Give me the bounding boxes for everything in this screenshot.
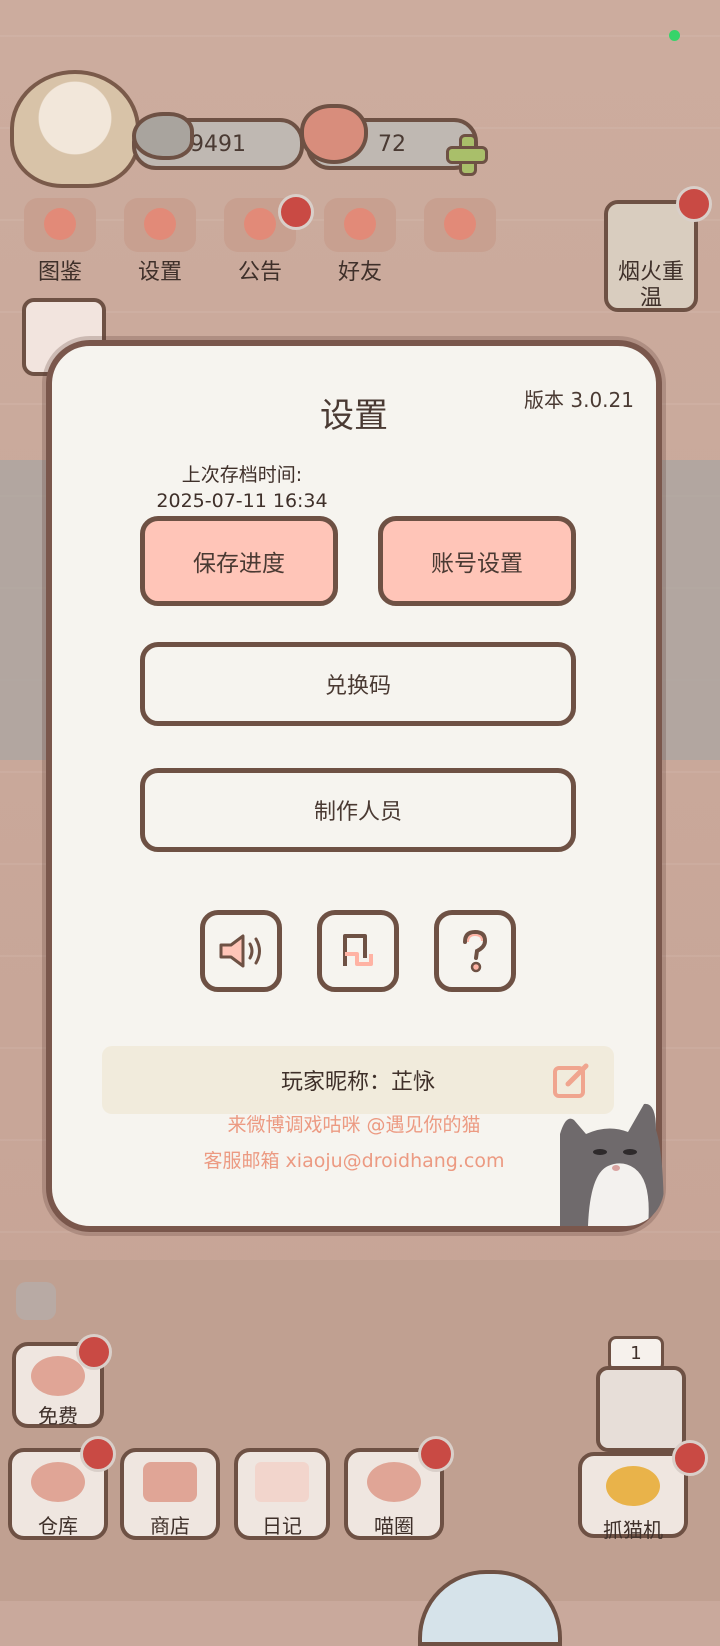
redeem-code-button[interactable]: 兑换码 [140, 642, 576, 726]
account-settings-button[interactable]: 账号设置 [378, 516, 576, 606]
claw-icon [606, 1466, 660, 1506]
diary-button[interactable]: 日记 [234, 1448, 330, 1540]
shop-icon [143, 1462, 197, 1502]
music-toggle-button[interactable] [317, 910, 399, 992]
cat-planet-icon [367, 1462, 421, 1502]
notification-badge [80, 1436, 116, 1472]
nickname-bar: 玩家昵称：芷怺 [102, 1046, 614, 1114]
redeem-code-label: 兑换码 [324, 674, 391, 699]
menu-friends-button[interactable]: 好友 [318, 198, 402, 286]
sound-icon [219, 934, 261, 968]
credits-button[interactable]: 制作人员 [140, 768, 576, 852]
notification-badge [418, 1436, 454, 1472]
heart-count: 72 [378, 131, 406, 157]
last-save-info: 上次存档时间: 2025-07-11 16:34 [142, 462, 342, 514]
menu-hearts-button[interactable] [418, 198, 502, 252]
help-icon [463, 929, 488, 973]
sound-toggle-button[interactable] [200, 910, 282, 992]
diary-icon [255, 1462, 309, 1502]
notification-badge [676, 186, 712, 222]
cat-face-icon [24, 198, 96, 252]
notification-badge [76, 1334, 112, 1370]
friends-icon [324, 198, 396, 252]
save-progress-label: 保存进度 [193, 551, 285, 577]
last-save-label: 上次存档时间: [181, 464, 303, 486]
claw-machine-button[interactable]: 抓猫机 [578, 1452, 688, 1542]
status-indicator-dot [669, 30, 680, 41]
music-icon [343, 934, 373, 966]
credits-label: 制作人员 [313, 800, 402, 825]
menu-settings-button[interactable]: 设置 [118, 198, 202, 286]
box-icon [31, 1462, 85, 1502]
nav-label: 仓库 [38, 1514, 78, 1538]
nav-label: 抓猫机 [603, 1518, 663, 1542]
cat-photo [560, 1094, 664, 1226]
account-settings-label: 账号设置 [431, 551, 523, 577]
claw-machine-icon [596, 1366, 686, 1452]
notification-badge [278, 194, 314, 230]
menu-label: 好友 [337, 260, 382, 285]
shop-button[interactable]: 商店 [120, 1448, 220, 1540]
save-progress-button[interactable]: 保存进度 [140, 516, 338, 606]
heart-bag-icon [31, 1356, 85, 1396]
menu-label: 图鉴 [37, 260, 82, 285]
settings-dialog: 设置 版本 3.0.21 上次存档时间: 2025-07-11 16:34 保存… [46, 340, 664, 1232]
heart-icon [300, 104, 368, 164]
version-label: 版本 3.0.21 [524, 388, 634, 412]
nav-label: 商店 [150, 1514, 190, 1538]
fish-count: 9491 [190, 131, 246, 157]
event-label: 烟火重温 [617, 260, 684, 311]
hearts-icon [424, 198, 496, 252]
menu-label: 公告 [237, 260, 282, 285]
gear-icon [124, 198, 196, 252]
player-avatar[interactable] [10, 70, 140, 188]
menu-collection-button[interactable]: 图鉴 [18, 198, 102, 286]
nav-label: 免费 [38, 1404, 78, 1428]
last-save-time: 2025-07-11 16:34 [156, 490, 328, 512]
fish-icon [132, 112, 194, 160]
menu-label: 设置 [137, 260, 182, 285]
notification-badge [672, 1440, 708, 1476]
nav-label: 喵圈 [374, 1514, 414, 1538]
cloud-icon[interactable] [16, 1282, 56, 1320]
add-hearts-plus-icon[interactable] [446, 134, 488, 176]
help-button[interactable] [434, 910, 516, 992]
nav-label: 日记 [262, 1514, 302, 1538]
nickname-label: 玩家昵称：芷怺 [280, 1070, 435, 1095]
